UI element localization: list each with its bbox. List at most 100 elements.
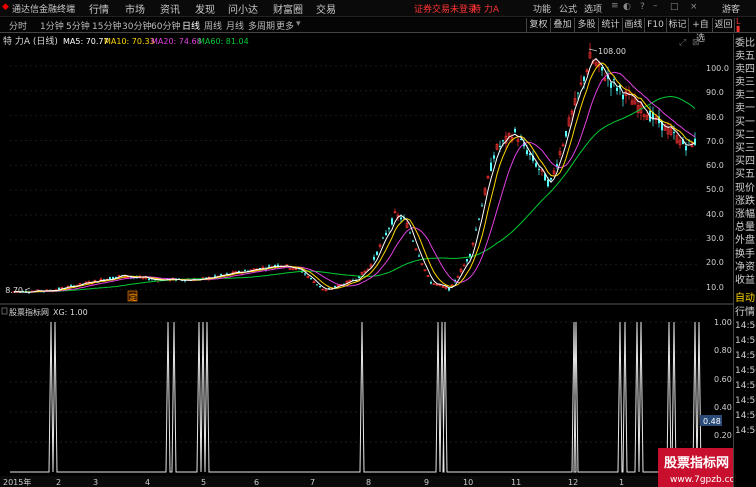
guest-label[interactable]: 游客 <box>722 2 740 15</box>
tab-period-60min[interactable]: 60分钟 <box>151 19 180 32</box>
side-label: 卖三 <box>735 77 755 88</box>
candle-body <box>673 132 675 134</box>
tick-time: 14:50 <box>735 381 756 391</box>
app-logo-icon: ◆ <box>2 2 9 12</box>
candle-body <box>466 259 468 262</box>
candle-body <box>400 217 402 220</box>
maximize-icon[interactable]: □ <box>670 2 679 12</box>
indicator-toggle-icon[interactable] <box>1 307 8 315</box>
statistics-button[interactable]: 统计 <box>598 18 622 33</box>
candle-body <box>268 265 270 267</box>
tab-period-more[interactable]: 更多 <box>276 19 294 32</box>
candle-body <box>478 218 480 220</box>
candle-body <box>430 282 432 284</box>
low-price-label: 8.70 <box>5 286 23 295</box>
tab-period-1min[interactable]: 1分钟 <box>40 19 64 32</box>
tab-auto[interactable]: 自动 <box>735 292 755 305</box>
quote-side-panel: 委比 卖五 卖四 卖三 卖二 卖一 买一 买二 买三 买四 买五 现价 涨跌 涨… <box>733 34 756 487</box>
date-label: 8 <box>366 478 371 487</box>
price-axis-label: 60.0 <box>706 161 724 170</box>
candle-body <box>502 140 504 142</box>
menu-quotes[interactable]: 行情 <box>89 1 109 16</box>
f10-button[interactable]: F10 <box>644 18 666 33</box>
menu-market[interactable]: 市场 <box>125 1 145 16</box>
candle-body <box>316 284 318 286</box>
ma20-label: MA20: 74.68 <box>151 37 202 46</box>
expand-icon[interactable]: ⤢ <box>678 38 686 48</box>
menu-wealth[interactable]: 财富圈 <box>273 1 303 16</box>
close-panel-icon[interactable]: ⊠ <box>692 38 700 48</box>
tab-quotes[interactable]: 行情 <box>735 306 755 319</box>
menu-options[interactable]: 选项 <box>584 2 602 15</box>
multi-stock-button[interactable]: 多股 <box>574 18 598 33</box>
candle-body <box>220 274 222 276</box>
price-axis-label: 90.0 <box>706 88 724 97</box>
candle-body <box>58 287 60 290</box>
watermark-title: 股票指标网 <box>664 455 729 471</box>
tab-period-daily[interactable]: 日线 <box>182 19 200 32</box>
date-label: 3 <box>93 478 98 487</box>
date-label: 7 <box>310 478 315 487</box>
menu-formula[interactable]: 公式 <box>559 2 577 15</box>
overlay-button[interactable]: 叠加 <box>550 18 574 33</box>
ma5-label: MA5: 70.77 <box>63 37 109 46</box>
back-button[interactable]: 返回 <box>712 18 734 33</box>
draw-line-button[interactable]: 画线 <box>622 18 644 33</box>
ma60-label: MA60: 81.04 <box>198 37 249 46</box>
date-label: 9 <box>424 478 429 487</box>
candle-body <box>577 92 579 94</box>
mark-button[interactable]: 标记 <box>666 18 688 33</box>
skin-icon[interactable]: ◐ <box>623 2 631 12</box>
date-label: 2 <box>56 478 61 487</box>
tab-period-intraday[interactable]: 分时 <box>9 19 27 32</box>
tab-period-15min[interactable]: 15分钟 <box>92 19 121 32</box>
candle-body <box>418 255 420 257</box>
candle-body <box>310 278 312 280</box>
indicator-axis-label: 0.60 <box>714 375 732 384</box>
price-axis-label: 50.0 <box>706 185 724 194</box>
add-favorite-button[interactable]: +自选 <box>688 18 712 44</box>
menu-discover[interactable]: 发现 <box>195 1 215 16</box>
candle-body <box>391 218 393 225</box>
tick-time: 14:50 <box>735 321 756 331</box>
tab-period-5min[interactable]: 5分钟 <box>66 19 90 32</box>
close-icon[interactable]: × <box>690 2 698 12</box>
tab-period-multi[interactable]: 多周期 <box>248 19 275 32</box>
tick-time: 14:50 <box>735 396 756 406</box>
tab-period-weekly[interactable]: 周线 <box>204 19 222 32</box>
side-label: 卖二 <box>735 90 755 101</box>
more-chevron-icon[interactable]: ▾ <box>296 19 301 29</box>
date-label: 1 <box>619 478 624 487</box>
candle-body <box>334 286 336 288</box>
chart-area[interactable]: 特 力A (日线) MA5: 70.77 MA10: 70.33 MA20: 7… <box>0 34 733 487</box>
menu-trade[interactable]: 交易 <box>316 1 336 16</box>
price-axis-label: 10.0 <box>706 283 724 292</box>
indicator-title: 股票指标网 <box>9 307 49 317</box>
date-label: 10 <box>463 478 473 487</box>
side-label: 卖一 <box>735 103 755 114</box>
candle-body <box>514 128 516 133</box>
candle-body <box>412 240 414 242</box>
adjust-button[interactable]: 复权 <box>526 18 550 33</box>
tab-period-monthly[interactable]: 月线 <box>226 19 244 32</box>
tab-period-30min[interactable]: 30分钟 <box>122 19 151 32</box>
chart-title: 特 力A (日线) <box>3 35 58 47</box>
candle-body <box>550 177 552 180</box>
login-notice[interactable]: 证券交易未登录 <box>414 2 477 15</box>
watermark-url: www.7gpzb.com <box>670 475 733 485</box>
menu-news[interactable]: 资讯 <box>160 1 180 16</box>
ma5-line <box>14 58 696 293</box>
date-label: 6 <box>254 478 259 487</box>
candle-body <box>304 273 306 275</box>
minimize-icon[interactable]: – <box>653 1 658 11</box>
menu-list-icon[interactable]: ≡ <box>611 1 619 11</box>
indicator-axis-label: 0.40 <box>714 403 732 412</box>
ma10-label: MA10: 70.33 <box>104 37 155 46</box>
candle-body <box>610 82 612 88</box>
side-label: 外盘 <box>735 235 755 246</box>
menu-function[interactable]: 功能 <box>533 2 551 15</box>
cursor-value: 0.48 <box>703 417 721 426</box>
help-icon[interactable]: ? <box>640 2 645 12</box>
candlestick-series <box>12 42 696 294</box>
menu-ask[interactable]: 问小达 <box>228 1 258 16</box>
